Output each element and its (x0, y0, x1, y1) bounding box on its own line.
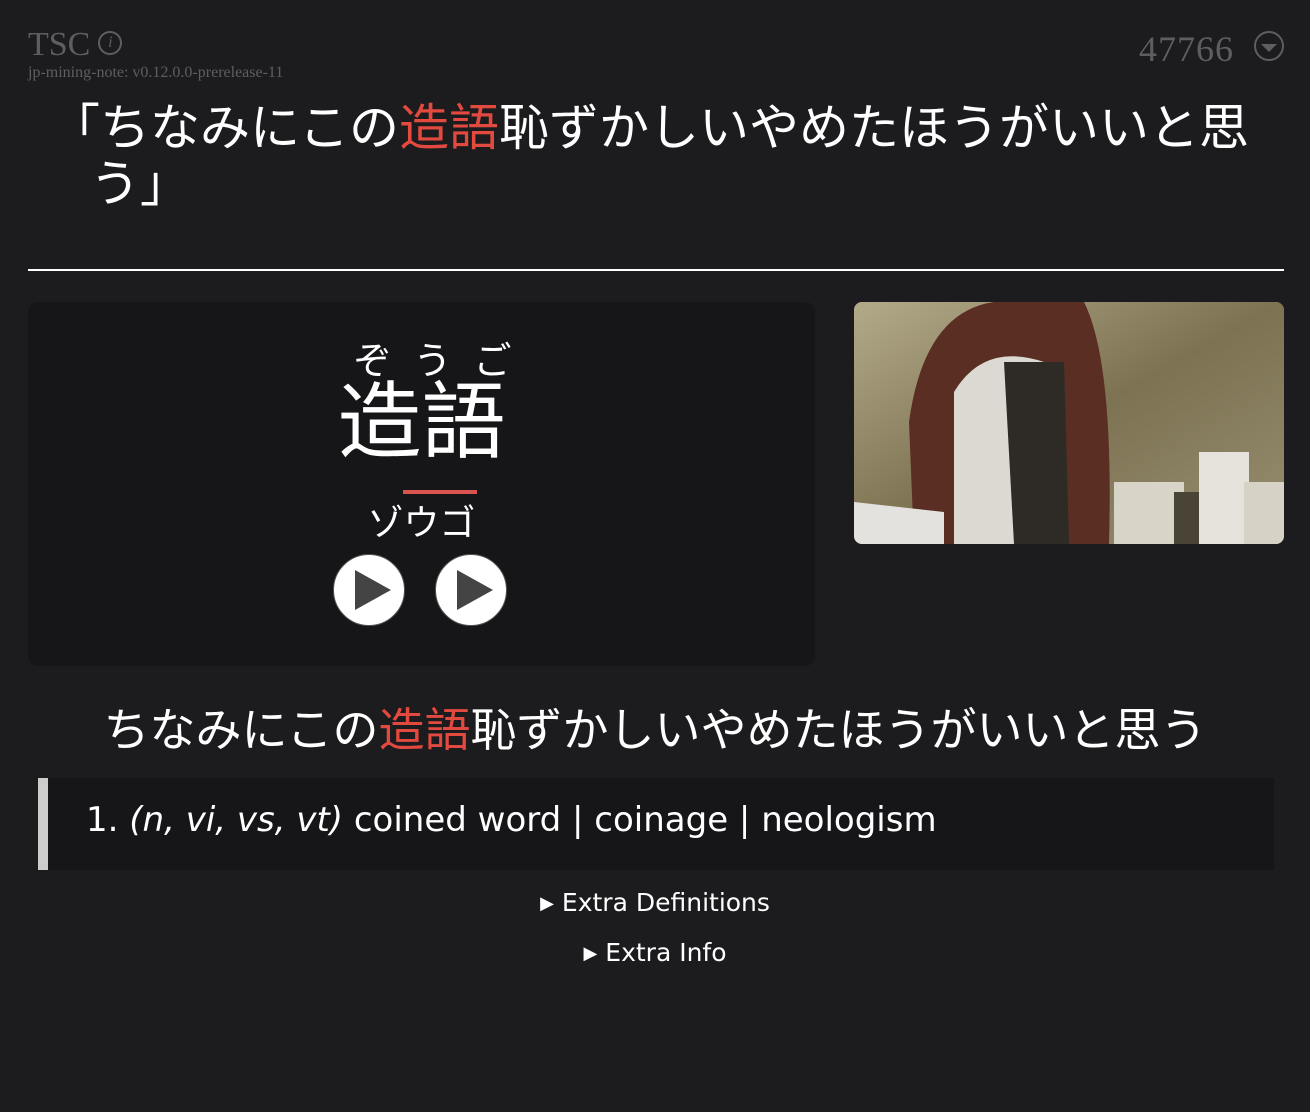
word-audio-play-button[interactable] (333, 554, 405, 626)
extra-definitions-label: Extra Definitions (561, 888, 770, 917)
word-expression: 造語 (337, 373, 506, 471)
word-katakana: ゾウゴ (367, 503, 476, 544)
play-icon (355, 570, 391, 610)
card-id: 47766 (1139, 29, 1234, 69)
anime-screenshot-image (854, 302, 1284, 544)
divider (28, 269, 1284, 271)
definition-block: 1. (n, vi, vs, vt) coined word | coinage… (38, 778, 1274, 870)
full-sentence-highlight: 造語 (399, 99, 499, 157)
full-sentence-before: ちなみにこの (100, 99, 399, 157)
card-picture[interactable] (854, 302, 1284, 544)
definition-tags: (n, vi, vs, vt) (129, 800, 344, 840)
sentence-after: 恥ずかしいやめたほうがいいと思う (470, 703, 1207, 757)
sentence-highlight: 造語 (378, 703, 471, 757)
full-sentence: 「ちなみにこの造語恥ずかしいやめたほうがいいと思う」 (50, 100, 1310, 212)
triangle-right-icon: ▶ (583, 943, 598, 964)
triangle-right-icon: ▶ (540, 893, 554, 914)
chevron-down-circle-icon[interactable] (1254, 31, 1284, 61)
audio-buttons (333, 554, 507, 626)
extra-info-toggle[interactable]: ▶ Extra Info (0, 938, 1310, 967)
word-panel: ぞうご 造語 ゾウゴ (28, 302, 815, 666)
info-icon[interactable]: i (98, 31, 123, 55)
definition-glosses: coined word | coinage | neologism (353, 800, 937, 840)
sentence: ちなみにこの造語恥ずかしいやめたほうがいいと思う (0, 700, 1310, 760)
version-label: jp-mining-note: v0.12.0.0-prerelease-11 (28, 64, 284, 81)
extra-info-label: Extra Info (605, 938, 727, 967)
card-header-right: 47766 (1139, 28, 1284, 70)
open-quote: 「 (50, 99, 100, 157)
close-quote: 」 (140, 155, 190, 213)
sentence-before: ちなみにこの (103, 703, 379, 757)
card-header-left: TSC i jp-mining-note: v0.12.0.0-prerelea… (28, 26, 283, 82)
card-type-label: TSC (28, 26, 91, 63)
extra-definitions-toggle[interactable]: ▶ Extra Definitions (0, 888, 1310, 917)
sentence-audio-play-button[interactable] (435, 554, 507, 626)
definition-text: 1. (n, vi, vs, vt) coined word | coinage… (86, 800, 937, 840)
play-icon (457, 570, 493, 610)
definition-number: 1. (86, 800, 119, 840)
